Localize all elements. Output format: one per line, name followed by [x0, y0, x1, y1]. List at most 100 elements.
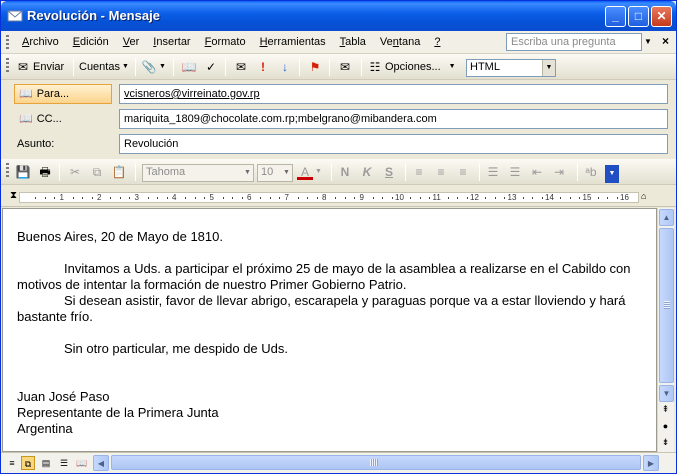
menu-item-formato[interactable]: Formato: [198, 36, 253, 48]
menu-item-ver[interactable]: Ver: [116, 36, 147, 48]
align-right-icon: ≡: [459, 165, 467, 179]
close-document-icon[interactable]: ×: [662, 34, 669, 48]
align-center-button[interactable]: ≡: [433, 163, 449, 181]
menu-item-tabla[interactable]: Tabla: [333, 36, 373, 48]
cc-button[interactable]: 📖 CC...: [14, 109, 112, 129]
toolbar-options-button[interactable]: ▼: [605, 165, 619, 183]
cut-button[interactable]: ✂: [67, 163, 83, 181]
ruler[interactable]: ⧗ 1 2 3 4 5 6 7 8 9 10 11 12 13 14 15 16: [1, 188, 676, 207]
chevron-down-icon: ▼: [662, 389, 671, 398]
menu-item-insertar[interactable]: Insertar: [146, 36, 197, 48]
menu-item-ventana[interactable]: Ventana: [373, 36, 427, 48]
ruler-number: 14: [545, 193, 554, 202]
ruler-number: 4: [172, 193, 177, 202]
title-bar[interactable]: Revolución - Mensaje _ □ ✕: [1, 1, 676, 31]
ruler-tick: [260, 197, 262, 199]
normal-view-icon[interactable]: ≡: [5, 456, 19, 470]
font-name-select[interactable]: Tahoma ▼: [142, 164, 254, 182]
vertical-scrollbar[interactable]: ▲ ▼: [657, 208, 674, 452]
underline-button[interactable]: S: [381, 163, 397, 181]
toolbar-grip[interactable]: [6, 58, 9, 72]
high-importance-button[interactable]: !: [255, 58, 271, 76]
address-book-button[interactable]: 📖: [181, 58, 197, 76]
subject-field[interactable]: Revolución: [119, 134, 668, 154]
paste-button[interactable]: 📋: [111, 163, 127, 181]
to-field[interactable]: vcisneros@virreinato.gov.rp: [119, 84, 668, 104]
scroll-up-button[interactable]: ▲: [659, 209, 674, 226]
ruler-tick: [560, 197, 562, 199]
attach-file-button[interactable]: 📎 ▼: [141, 58, 166, 76]
separator: [173, 58, 174, 76]
ruler-number: 10: [395, 193, 404, 202]
browse-object-icon[interactable]: ●: [659, 421, 672, 431]
to-value: vcisneros@virreinato.gov.rp: [124, 88, 260, 100]
italic-icon: K: [362, 165, 372, 179]
bullet-list-button[interactable]: ☰: [507, 163, 523, 181]
ruler-tick: [222, 197, 224, 199]
italic-button[interactable]: K: [359, 163, 375, 181]
align-right-button[interactable]: ≡: [455, 163, 471, 181]
signature-name: Juan José Paso: [17, 389, 110, 404]
follow-up-flag-button[interactable]: ⚑: [307, 58, 323, 76]
horizontal-scroll-thumb[interactable]: [111, 455, 641, 470]
styles-button[interactable]: ᵃb: [583, 163, 599, 181]
numbered-list-button[interactable]: ☰: [485, 163, 501, 181]
outline-view-icon[interactable]: ☰: [57, 456, 71, 470]
menu-item-archivo[interactable]: Archivo: [15, 36, 66, 48]
maximize-button[interactable]: □: [628, 6, 649, 27]
ruler-tick: [335, 197, 337, 199]
to-button[interactable]: 📖 Para...: [14, 84, 112, 104]
save-button[interactable]: 💾: [15, 163, 31, 181]
increase-indent-button[interactable]: ⇥: [551, 163, 567, 181]
print-button[interactable]: 🖶: [37, 163, 53, 181]
horizontal-scrollbar[interactable]: ≡ ⧉ ▤ ☰ 📖 ◀ ▶: [1, 452, 676, 473]
cc-field[interactable]: mariquita_1809@chocolate.com.rp;mbelgran…: [119, 109, 668, 129]
message-body[interactable]: Buenos Aires, 20 de Mayo de 1810. Invita…: [2, 208, 657, 452]
align-left-button[interactable]: ≡: [411, 163, 427, 181]
chevron-down-icon: ▼: [121, 63, 129, 70]
ruler-tick: [457, 197, 459, 199]
chevron-down-icon: ▼: [283, 169, 290, 176]
send-button[interactable]: ✉ Enviar: [15, 58, 64, 76]
ruler-tick: [279, 197, 281, 199]
copy-button[interactable]: ⧉: [89, 163, 105, 181]
options-flag-button[interactable]: ✉: [233, 58, 249, 76]
reading-view-icon[interactable]: 📖: [75, 456, 89, 470]
message-format-select[interactable]: HTML ▼: [466, 59, 556, 77]
accounts-button[interactable]: Cuentas ▼: [79, 58, 129, 76]
scroll-right-button[interactable]: ▶: [643, 455, 659, 471]
ask-dropdown-icon[interactable]: ▼: [642, 35, 654, 49]
bold-button[interactable]: N: [337, 163, 353, 181]
ruler-tick: [494, 197, 496, 199]
ruler-number: 7: [284, 193, 289, 202]
menu-item-herramientas[interactable]: Herramientas: [253, 36, 333, 48]
next-page-icon[interactable]: ⇟: [659, 437, 672, 448]
ask-question-input[interactable]: Escriba una pregunta: [506, 33, 642, 51]
right-indent-marker-icon[interactable]: ⌂: [641, 191, 651, 203]
menu-item-[interactable]: ?: [427, 36, 447, 48]
font-color-button[interactable]: A ▼: [297, 163, 322, 181]
font-size-select[interactable]: 10 ▼: [257, 164, 293, 182]
scroll-left-button[interactable]: ◀: [93, 455, 109, 471]
minimize-button[interactable]: _: [605, 6, 626, 27]
scissors-icon: ✂: [69, 165, 81, 179]
options-button[interactable]: ☷ Opciones... ▼: [367, 58, 456, 76]
font-size-value: 10: [261, 166, 274, 178]
menubar-grip[interactable]: [6, 35, 9, 49]
menu-item-edicin[interactable]: Edición: [66, 36, 116, 48]
previous-page-icon[interactable]: ⇞: [659, 404, 672, 415]
check-names-button[interactable]: ✓: [203, 58, 219, 76]
envelope-open-button[interactable]: ✉: [337, 58, 353, 76]
vertical-scroll-thumb[interactable]: [659, 228, 674, 383]
indent-marker-icon[interactable]: ⧗: [10, 190, 17, 201]
low-importance-button[interactable]: ↓: [277, 58, 293, 76]
scroll-down-button[interactable]: ▼: [659, 385, 674, 402]
close-button[interactable]: ✕: [651, 6, 672, 27]
options-icon: ☷: [369, 60, 381, 74]
separator: [73, 58, 74, 76]
paragraph-invitation: Invitamos a Uds. a participar el próximo…: [17, 261, 635, 292]
web-layout-view-icon[interactable]: ⧉: [21, 456, 35, 470]
decrease-indent-button[interactable]: ⇤: [529, 163, 545, 181]
print-layout-view-icon[interactable]: ▤: [39, 456, 53, 470]
toolbar-grip[interactable]: [6, 163, 9, 177]
